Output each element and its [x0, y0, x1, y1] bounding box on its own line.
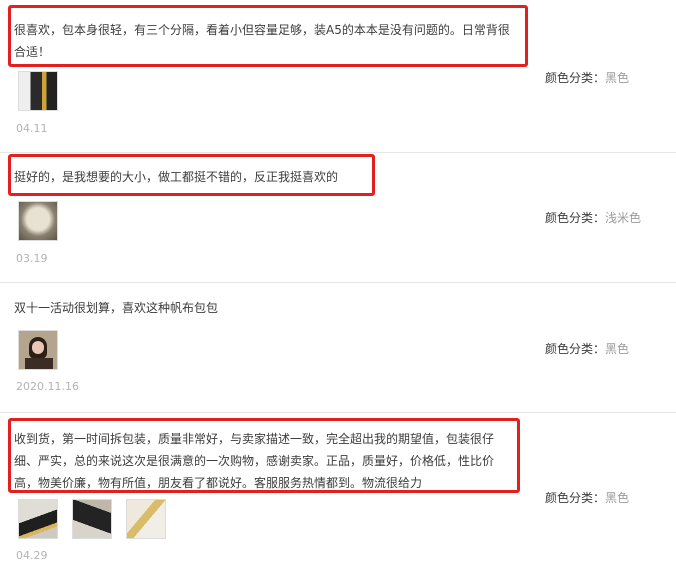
- review-date: 04.29: [16, 549, 48, 562]
- sku-info: 颜色分类：浅米色: [545, 209, 641, 226]
- review-text: 双十一活动很划算，喜欢这种帆布包包: [14, 301, 219, 315]
- review-date: 2020.11.16: [16, 380, 79, 393]
- sku-info: 颜色分类：黑色: [545, 340, 629, 357]
- review-photos: [18, 330, 58, 370]
- sku-label: 颜色分类：: [545, 211, 606, 225]
- review-photos: [18, 499, 166, 539]
- review-photos: [18, 201, 58, 241]
- review-text: 收到货，第一时间拆包装，质量非常好，与卖家描述一致，完全超出我的期望值，包装很仔…: [14, 432, 495, 490]
- review-text: 挺好的，是我想要的大小，做工都挺不错的，反正我挺喜欢的: [14, 170, 339, 184]
- review-photo-thumbnail[interactable]: [18, 201, 58, 241]
- review-date: 04.11: [16, 122, 48, 135]
- sku-value: 黑色: [605, 342, 630, 356]
- review-photo-thumbnail[interactable]: [18, 499, 58, 539]
- review-photo-thumbnail[interactable]: [18, 71, 58, 111]
- review-text: 很喜欢，包本身很轻，有三个分隔，看着小但容量足够，装A5的本本是没有问题的。日常…: [14, 23, 510, 59]
- sku-label: 颜色分类：: [545, 342, 606, 356]
- review-item: 收到货，第一时间拆包装，质量非常好，与卖家描述一致，完全超出我的期望值，包装很仔…: [0, 412, 676, 574]
- sku-value: 黑色: [605, 71, 630, 85]
- sku-info: 颜色分类：黑色: [545, 489, 629, 506]
- sku-label: 颜色分类：: [545, 491, 606, 505]
- review-photos: [18, 71, 58, 111]
- review-photo-thumbnail[interactable]: [18, 330, 58, 370]
- sku-value: 浅米色: [605, 211, 642, 225]
- review-item: 很喜欢，包本身很轻，有三个分隔，看着小但容量足够，装A5的本本是没有问题的。日常…: [0, 0, 676, 153]
- review-photo-thumbnail[interactable]: [126, 499, 166, 539]
- review-photo-thumbnail[interactable]: [72, 499, 112, 539]
- review-date: 03.19: [16, 252, 48, 265]
- review-item: 双十一活动很划算，喜欢这种帆布包包 2020.11.16 颜色分类：黑色: [0, 282, 676, 413]
- sku-info: 颜色分类：黑色: [545, 69, 629, 86]
- sku-value: 黑色: [605, 491, 630, 505]
- review-item: 挺好的，是我想要的大小，做工都挺不错的，反正我挺喜欢的 03.19 颜色分类：浅…: [0, 152, 676, 283]
- sku-label: 颜色分类：: [545, 71, 606, 85]
